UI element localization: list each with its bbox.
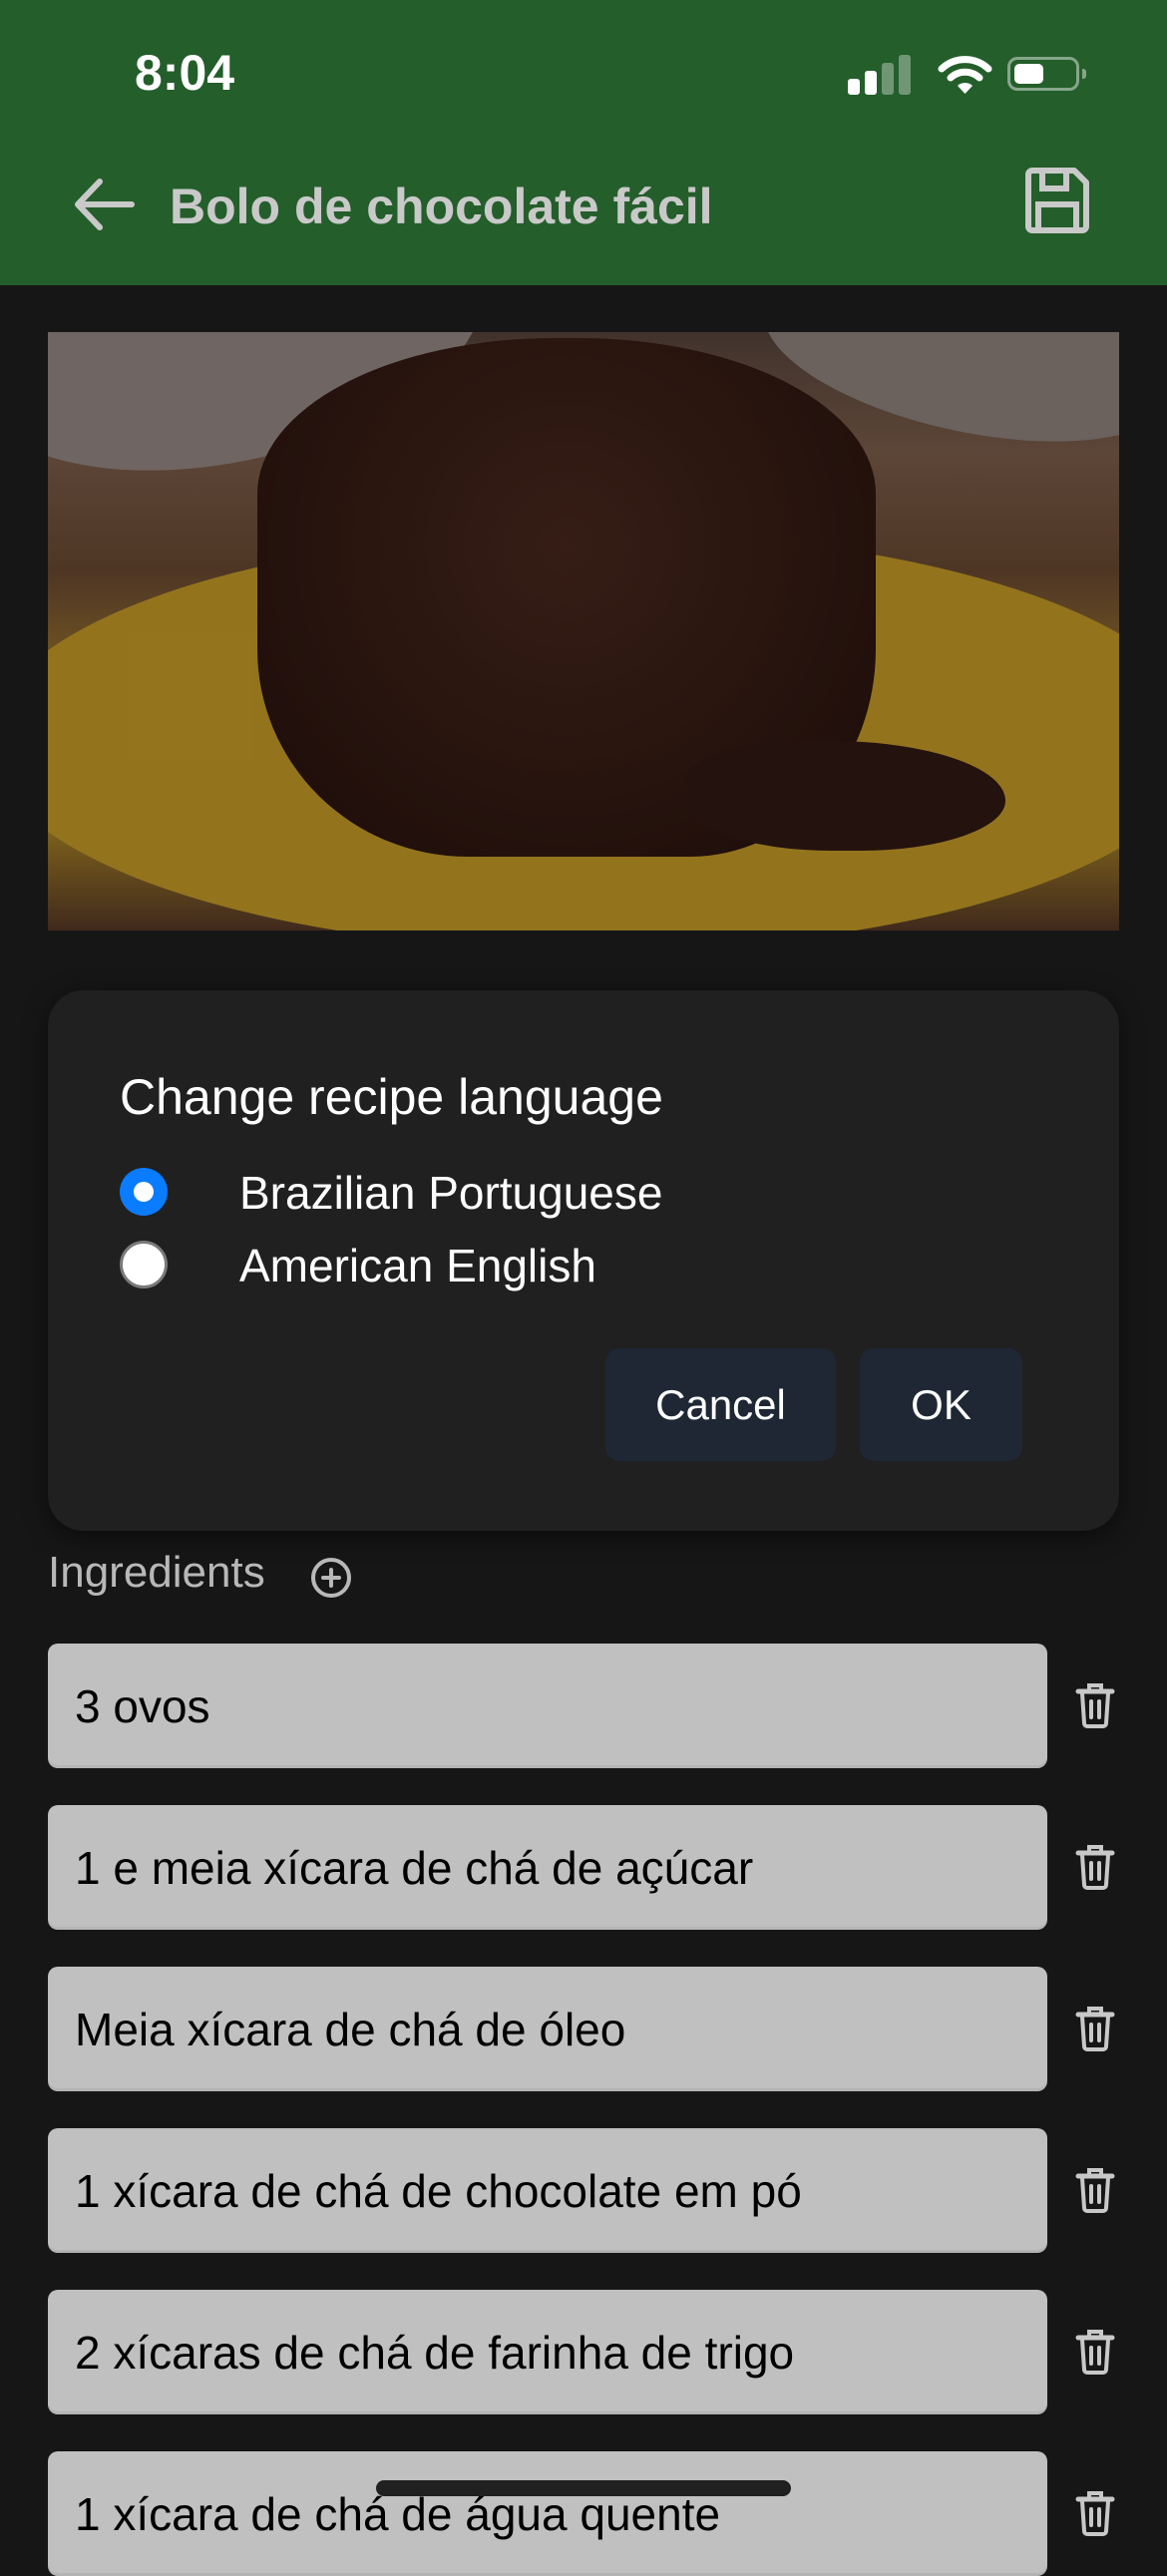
trash-icon — [1075, 2168, 1115, 2213]
trash-icon — [1075, 2330, 1115, 2375]
change-language-dialog: Change recipe language Brazilian Portugu… — [48, 990, 1119, 1531]
battery-icon — [1007, 57, 1086, 91]
delete-ingredient-button[interactable] — [1075, 1681, 1115, 1729]
cancel-button[interactable]: Cancel — [605, 1348, 836, 1461]
status-time: 8:04 — [135, 45, 235, 101]
radio-checked-icon[interactable] — [120, 1168, 168, 1216]
trash-icon — [1075, 2007, 1115, 2051]
save-button[interactable] — [1022, 165, 1092, 236]
ingredient-input[interactable] — [48, 2290, 1047, 2414]
battery-fill — [1014, 64, 1043, 84]
app-header: 8:04 Bolo de chocolate fácil — [0, 0, 1167, 285]
ingredient-row — [48, 2290, 1167, 2414]
delete-ingredient-button[interactable] — [1075, 2005, 1115, 2052]
ingredient-row — [48, 2128, 1167, 2253]
ingredient-row — [48, 1967, 1167, 2091]
delete-ingredient-button[interactable] — [1075, 2166, 1115, 2214]
ingredient-row — [48, 2451, 1167, 2576]
ingredient-input[interactable] — [48, 2128, 1047, 2253]
floppy-disk-icon — [1025, 168, 1089, 233]
back-button[interactable] — [70, 170, 140, 239]
ingredient-input[interactable] — [48, 1805, 1047, 1930]
radio-unchecked-icon[interactable] — [120, 1241, 168, 1288]
plus-circle-icon — [311, 1558, 351, 1598]
radio-label: American English — [239, 1240, 596, 1291]
trash-icon — [1075, 1845, 1115, 1890]
home-indicator[interactable] — [376, 2480, 791, 2496]
wifi-icon — [938, 56, 992, 94]
ingredient-input[interactable] — [48, 2451, 1047, 2576]
page-title: Bolo de chocolate fácil — [170, 179, 713, 234]
delete-ingredient-button[interactable] — [1075, 2489, 1115, 2537]
dialog-title: Change recipe language — [120, 1069, 663, 1125]
ingredient-row — [48, 1805, 1167, 1930]
trash-icon — [1075, 1683, 1115, 1728]
radio-label: Brazilian Portuguese — [239, 1167, 663, 1219]
delete-ingredient-button[interactable] — [1075, 1843, 1115, 1891]
recipe-image — [48, 332, 1119, 930]
delete-ingredient-button[interactable] — [1075, 2328, 1115, 2376]
ingredients-label: Ingredients — [48, 1548, 265, 1597]
signal-icon — [848, 55, 918, 95]
ingredient-input[interactable] — [48, 1967, 1047, 2091]
arrow-left-icon — [75, 179, 135, 230]
ingredient-row — [48, 1644, 1167, 1768]
ingredient-input[interactable] — [48, 1644, 1047, 1768]
trash-icon — [1075, 2491, 1115, 2536]
ok-button[interactable]: OK — [860, 1348, 1022, 1461]
add-ingredient-button[interactable] — [309, 1556, 353, 1600]
